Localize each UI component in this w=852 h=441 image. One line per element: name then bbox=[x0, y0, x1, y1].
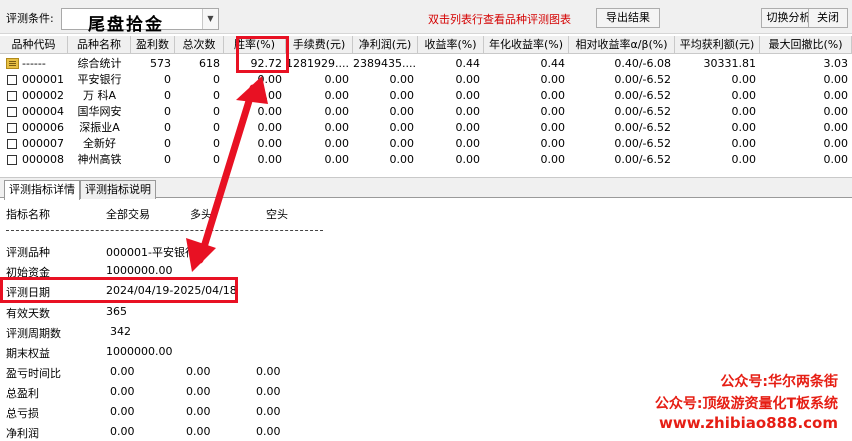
watermark-line3: www.zhibiao888.com bbox=[658, 414, 838, 432]
watermark-line1: 公众号:华尔两条街 bbox=[720, 374, 838, 390]
watermark-line2: 公众号:顶级游资量化T板系统 bbox=[654, 396, 838, 412]
